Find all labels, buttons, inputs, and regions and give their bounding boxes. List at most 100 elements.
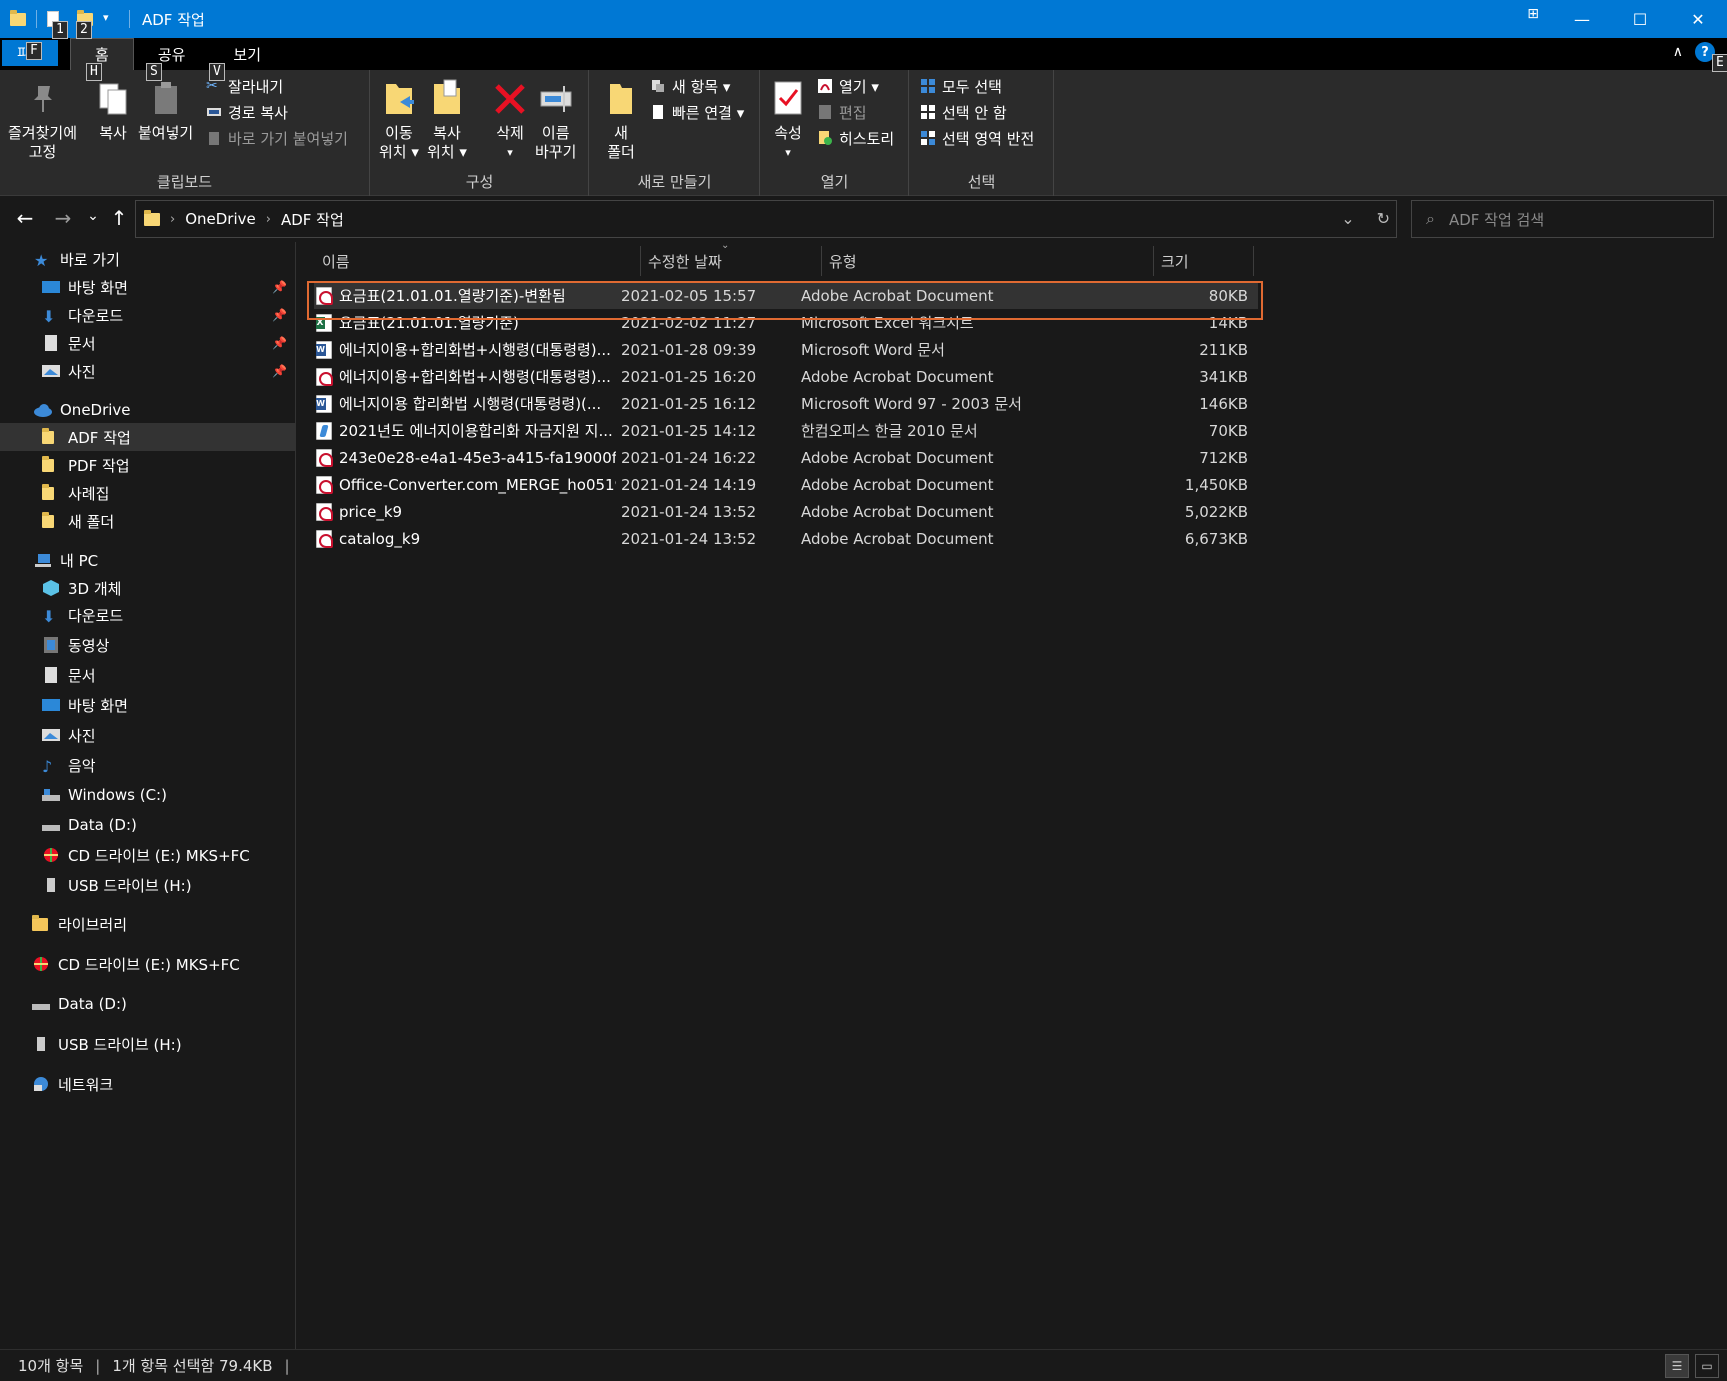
computer-icon [34,552,52,568]
customize-toolbar-icon[interactable]: ▾ [103,11,119,27]
file-row[interactable]: 243e0e28-e4a1-45e3-a415-fa19000f7f7d... 2… [314,444,1258,471]
file-type: Adobe Acrobat Document [801,475,994,494]
minimize-button[interactable]: — [1553,0,1611,38]
sidebar-item-data-drive-root[interactable]: Data (D:) [0,990,295,1018]
history-button[interactable]: 히스토리 [817,126,894,150]
address-bar[interactable]: › OneDrive › ADF 작업 ⌄ ↻ [135,200,1397,238]
pin-icon[interactable]: 📌 [272,308,287,322]
properties-button[interactable]: 속성 ▾ [769,76,807,162]
pin-icon[interactable]: 📌 [272,364,287,378]
address-history-dropdown-icon[interactable]: ⌄ [1341,209,1354,228]
paste-shortcut-button[interactable]: 바로 가기 붙여넣기 [206,126,348,150]
status-separator: | [284,1356,290,1375]
sidebar-item-pdf[interactable]: PDF 작업 [0,451,295,479]
sidebar-item-videos[interactable]: 동영상 [0,631,295,659]
sidebar-item-music[interactable]: ♪ 음악 [0,751,295,779]
file-row[interactable]: 요금표(21.01.01.열량기준)-변환됨 2021-02-05 15:57 Ad… [314,282,1258,309]
sidebar-item-new-folder[interactable]: 새 폴더 [0,507,295,535]
sidebar-item-network[interactable]: 네트워크 [0,1070,295,1098]
file-row[interactable]: Office-Converter.com_MERGE_ho051914 2021-… [314,471,1258,498]
column-header-date[interactable]: 수정한 날짜 ⌄ [641,240,822,276]
column-header-name[interactable]: 이름 [297,246,641,276]
sidebar-item-pc-pictures[interactable]: 사진 [0,721,295,749]
close-button[interactable]: ✕ [1669,0,1727,38]
sidebar-item-downloads[interactable]: ⬇ 다운로드 📌 [0,301,295,329]
file-row[interactable]: catalog_k9 2021-01-24 13:52 Adobe Acrobat … [314,525,1258,552]
sidebar-item-cd-e[interactable]: CD 드라이브 (E:) MKS+FC [0,841,295,869]
sidebar-item-usb-drive-root[interactable]: USB 드라이브 (H:) [0,1030,295,1058]
file-type: Adobe Acrobat Document [801,448,994,467]
sidebar-item-this-pc[interactable]: 내 PC [0,546,295,574]
forward-button[interactable]: → [50,206,76,230]
delete-label-2: ▾ [507,146,513,159]
window-title: ADF 작업 [142,10,205,29]
sidebar-item-casebook[interactable]: 사례집 [0,479,295,507]
file-row[interactable]: 에너지이용+합리화법+시행령(대통령령)... 2021-01-25 16:20 A… [314,363,1258,390]
recent-locations-button[interactable]: ⌄ [80,208,106,224]
easy-access-button[interactable]: 빠른 연결 ▾ [650,100,744,124]
move-to-button[interactable]: 이동 위치 ▾ [379,76,419,162]
maximize-button[interactable]: ☐ [1611,0,1669,38]
copy-to-icon [428,76,466,120]
sidebar-item-desktop[interactable]: 바탕 화면 📌 [0,273,295,301]
copy-button[interactable]: 복사 [94,76,132,143]
back-button[interactable]: ← [12,206,38,230]
column-header-size[interactable]: 크기 [1154,246,1254,276]
paste-button[interactable]: 붙여넣기 [138,76,193,143]
pin-to-quick-access-button[interactable]: 즐겨찾기에 고정 [8,76,77,162]
breadcrumb-onedrive[interactable]: OneDrive [185,210,256,228]
sidebar-item-pc-downloads[interactable]: ⬇ 다운로드 [0,601,295,629]
details-view-icon[interactable]: ☰ [1665,1354,1689,1378]
invert-selection-button[interactable]: 선택 영역 반전 [920,126,1034,150]
sidebar-item-cd-drive-root[interactable]: CD 드라이브 (E:) MKS+FC [0,950,295,978]
copy-path-button[interactable]: 경로 복사 [206,100,288,124]
new-item-button[interactable]: 새 항목 ▾ [650,74,730,98]
sidebar-item-data-d[interactable]: Data (D:) [0,811,295,839]
sidebar-item-pictures[interactable]: 사진 📌 [0,357,295,385]
sidebar-item-pc-documents[interactable]: 문서 [0,661,295,689]
breadcrumb-current[interactable]: ADF 작업 [281,209,344,230]
keytip-home: H [86,63,102,81]
cd-drive-icon [42,847,60,863]
tab-home[interactable]: 홈 [70,38,134,70]
pin-icon[interactable]: 📌 [272,280,287,294]
file-row[interactable]: 에너지이용 합리화법 시행령(대통령령)(... 2021-01-25 16:12… [314,390,1258,417]
select-group: 모두 선택 선택 안 함 선택 영역 반전 선택 [910,70,1054,196]
keytip-qa2: 2 [76,21,92,39]
large-icons-view-icon[interactable]: ▭ [1695,1354,1719,1378]
sidebar-item-windows-c[interactable]: Windows (C:) [0,781,295,809]
pin-icon[interactable]: 📌 [272,336,287,350]
search-input[interactable]: ⌕ ADF 작업 검색 [1411,200,1714,238]
rename-button[interactable]: 이름 바꾸기 [535,76,576,162]
sidebar-item-libraries[interactable]: 라이브러리 [0,910,295,938]
pictures-icon [42,727,60,743]
sidebar-item-quick-access[interactable]: ★ 바로 가기 [0,245,295,273]
file-row[interactable]: 에너지이용+합리화법+시행령(대통령령)... 2021-01-28 09:39 M… [314,336,1258,363]
sidebar-item-usb-h[interactable]: USB 드라이브 (H:) [0,871,295,899]
sidebar-item-onedrive[interactable]: OneDrive [0,396,295,424]
copy-to-button[interactable]: 복사 위치 ▾ [427,76,467,162]
file-row[interactable]: price_k9 2021-01-24 13:52 Adobe Acrobat Do… [314,498,1258,525]
delete-button[interactable]: 삭제 ▾ [491,76,529,162]
snap-layout-icon[interactable]: ⊞ [1527,6,1539,22]
up-button[interactable]: ↑ [106,206,132,230]
document-icon [42,335,60,351]
select-all-button[interactable]: 모두 선택 [920,74,1002,98]
paste-label: 붙여넣기 [138,124,194,142]
sidebar-item-adf[interactable]: ADF 작업 [0,423,295,451]
sidebar-item-pc-desktop[interactable]: 바탕 화면 [0,691,295,719]
open-button[interactable]: 열기 ▾ [817,74,879,98]
column-header-type[interactable]: 유형 [822,246,1154,276]
file-row[interactable]: 요금표(21.01.01.열량기준) 2021-02-02 11:27 Micros… [314,309,1258,336]
file-row[interactable]: 2021년도 에너지이용합리화 자금지원 지... 2021-01-25 14:1… [314,417,1258,444]
sidebar-item-documents[interactable]: 문서 📌 [0,329,295,357]
collapse-ribbon-icon[interactable]: ∧ [1673,44,1683,60]
new-folder-button[interactable]: 새 폴더 [602,76,640,162]
select-all-label: 모두 선택 [942,77,1002,96]
sidebar-label: 바탕 화면 [68,278,128,297]
select-none-button[interactable]: 선택 안 함 [920,100,1007,124]
edit-button[interactable]: 편집 [817,100,867,124]
sidebar-label: 문서 [68,334,96,353]
refresh-icon[interactable]: ↻ [1377,209,1390,228]
sidebar-item-3d-objects[interactable]: 3D 개체 [0,574,295,602]
